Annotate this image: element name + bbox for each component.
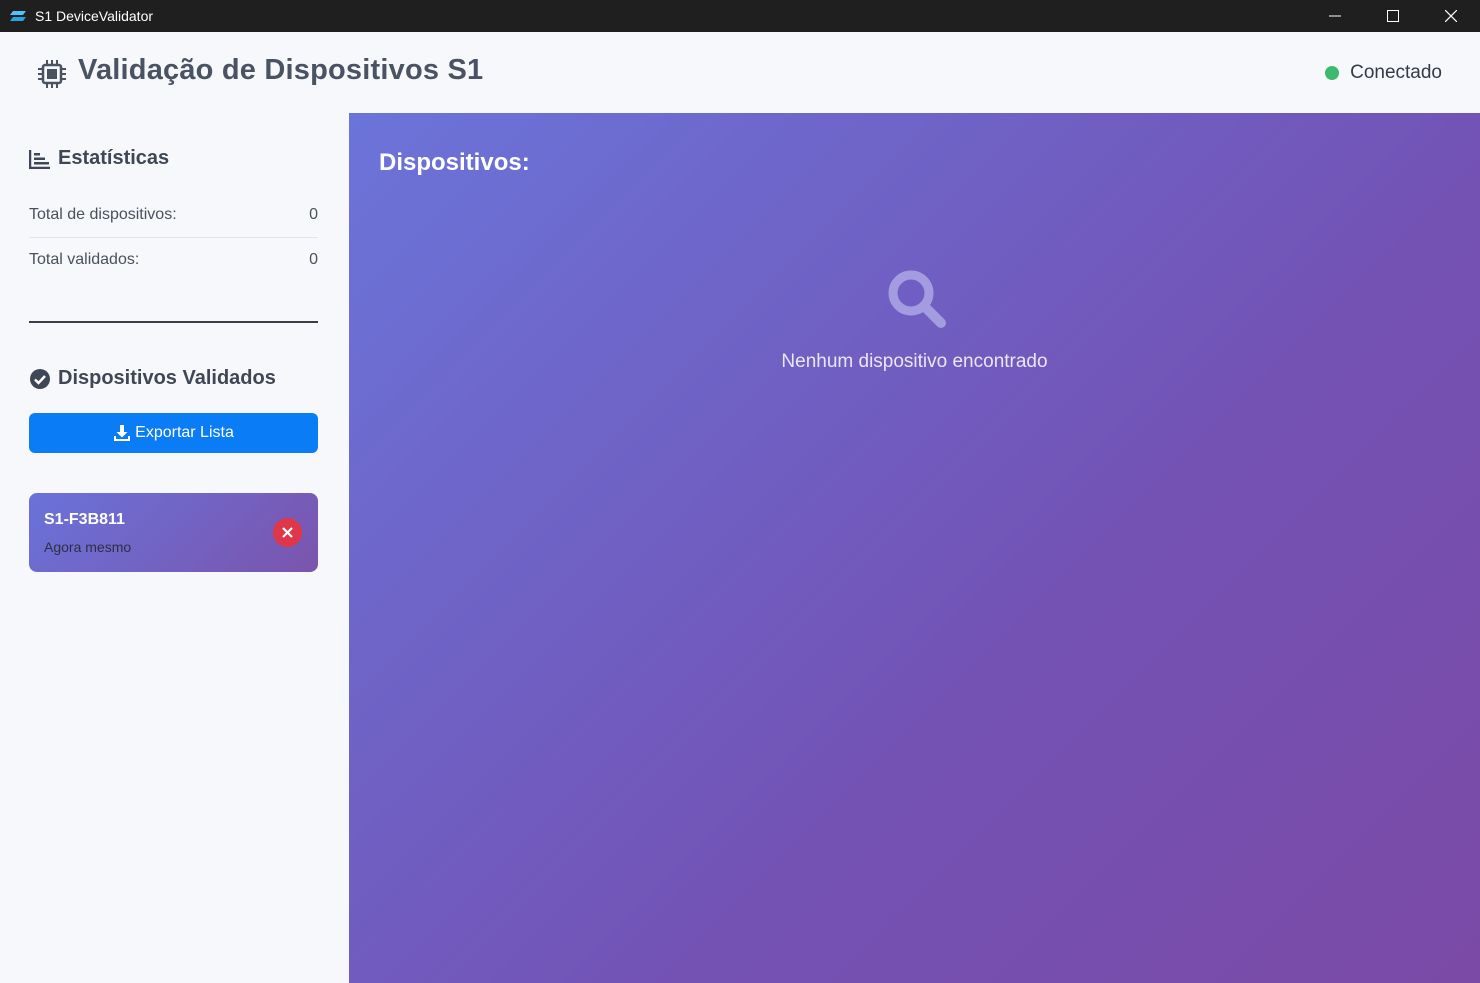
validated-heading: Dispositivos Validados [29, 367, 276, 390]
download-icon [113, 424, 131, 442]
maximize-icon [1387, 10, 1399, 22]
app-logo-icon [9, 9, 27, 23]
devices-panel: Dispositivos: Nenhum dispositivo encontr… [349, 113, 1480, 983]
page-title: Validação de Dispositivos S1 [78, 54, 484, 86]
device-time: Agora mesmo [44, 539, 132, 555]
export-list-button[interactable]: Exportar Lista [29, 413, 318, 453]
minimize-icon [1329, 15, 1341, 17]
minimize-button[interactable] [1306, 0, 1364, 32]
connection-status: Conectado [1325, 62, 1442, 84]
close-icon [1445, 10, 1457, 22]
stat-label: Total de dispositivos: [29, 206, 177, 223]
device-id: S1-F3B811 [44, 511, 125, 528]
stat-label: Total validados: [29, 251, 140, 268]
status-label: Conectado [1350, 62, 1442, 83]
app-header: Validação de Dispositivos S1 Conectado [0, 32, 1480, 113]
export-list-label: Exportar Lista [135, 424, 234, 441]
window-title: S1 DeviceValidator [35, 8, 154, 24]
remove-device-button[interactable] [273, 518, 302, 547]
sidebar-divider [29, 321, 318, 323]
stat-row-total-devices: Total de dispositivos: 0 [29, 206, 318, 224]
sidebar: Estatísticas Total de dispositivos: 0 To… [0, 113, 349, 983]
bar-chart-icon [29, 148, 51, 170]
maximize-button[interactable] [1364, 0, 1422, 32]
empty-state-text: Nenhum dispositivo encontrado [781, 351, 1048, 372]
window-controls [1306, 0, 1480, 32]
close-window-button[interactable] [1422, 0, 1480, 32]
validated-title: Dispositivos Validados [58, 367, 276, 389]
check-circle-icon [29, 368, 51, 390]
stat-row-total-validated: Total validados: 0 [29, 251, 318, 269]
close-icon [282, 527, 293, 538]
devices-title: Dispositivos: [379, 149, 530, 176]
stat-value: 0 [309, 206, 318, 223]
window-titlebar: S1 DeviceValidator [0, 0, 1480, 32]
chip-icon [37, 59, 67, 89]
stats-heading: Estatísticas [29, 147, 169, 170]
stats-title: Estatísticas [58, 147, 170, 169]
stat-value: 0 [309, 251, 318, 268]
status-dot-icon [1325, 66, 1340, 80]
search-icon [884, 266, 948, 330]
stat-separator [29, 237, 318, 238]
validated-device-card[interactable]: S1-F3B811 Agora mesmo [29, 493, 318, 572]
